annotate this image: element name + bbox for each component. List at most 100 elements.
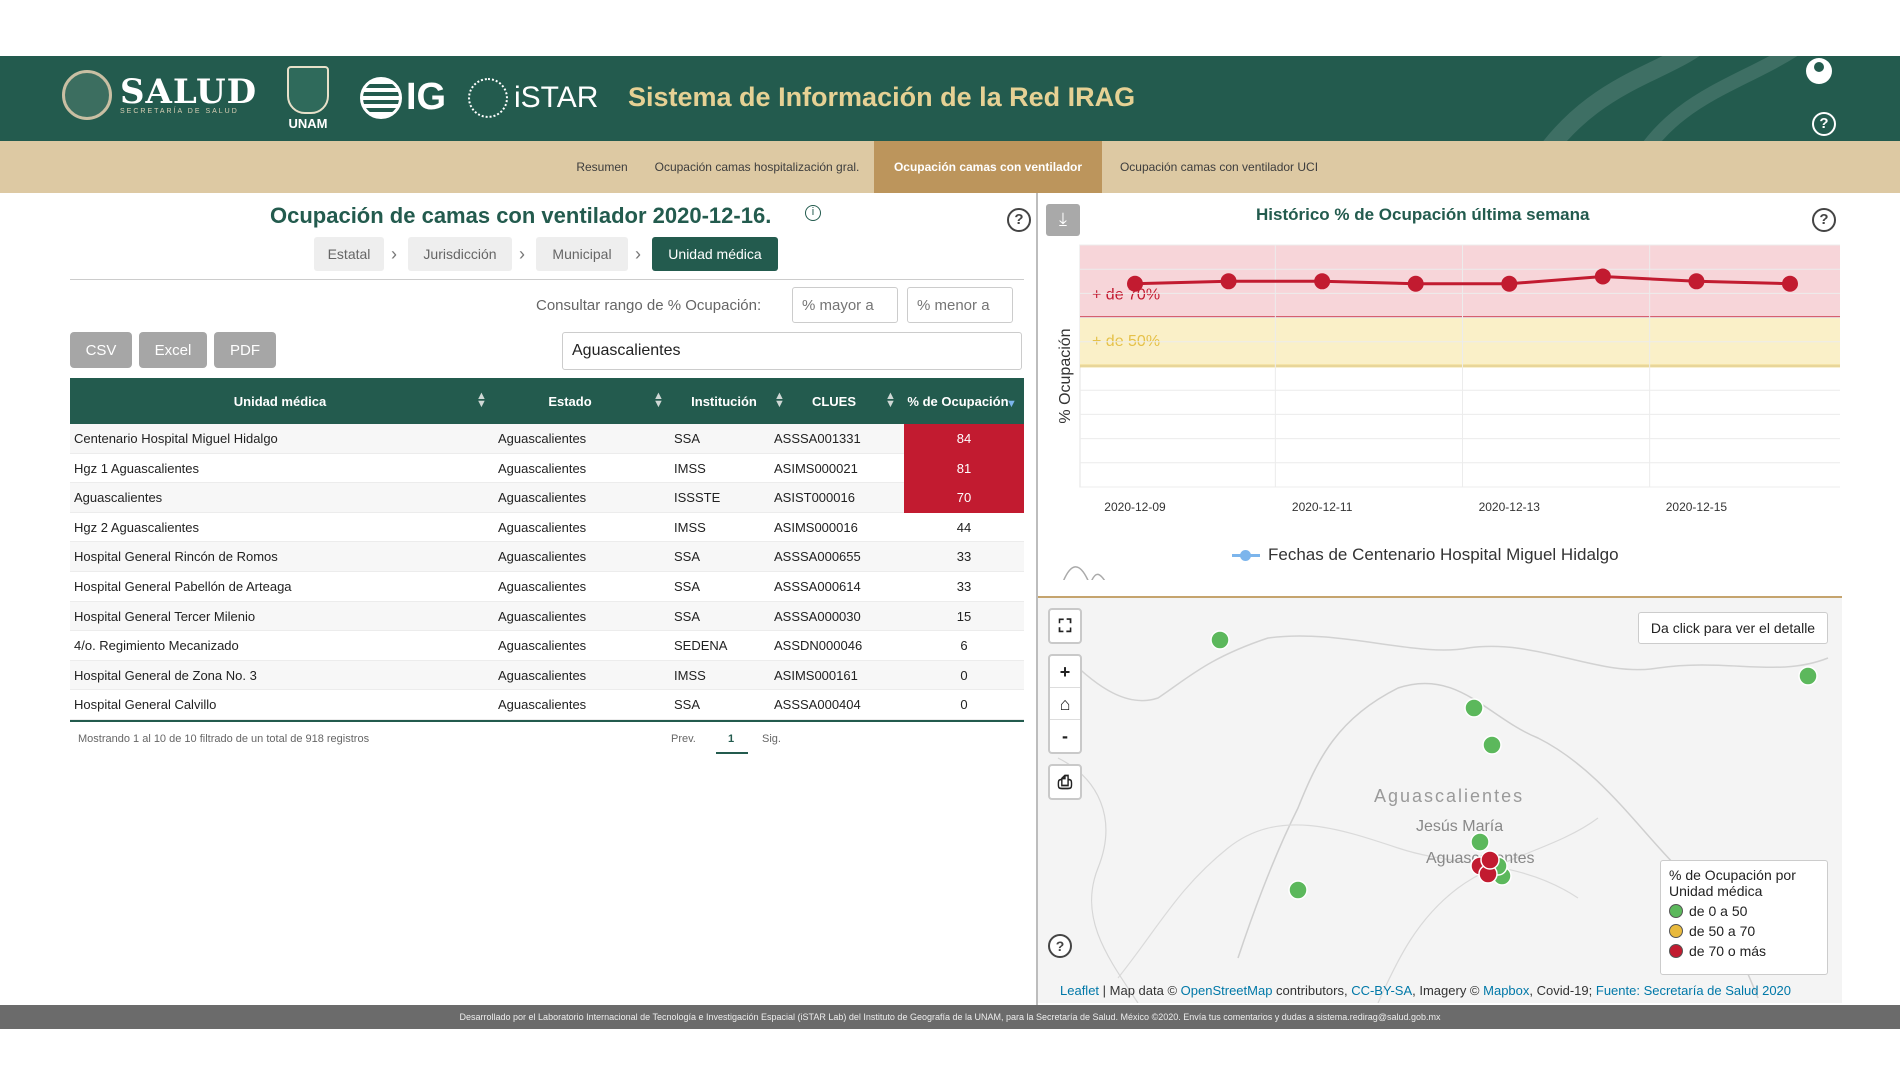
cell-ocupacion: 6 xyxy=(960,638,968,654)
map-marker-low[interactable] xyxy=(1464,698,1484,718)
range-min-input[interactable] xyxy=(792,287,898,323)
breadcrumb-jurisdiccion[interactable]: Jurisdicción xyxy=(408,237,512,271)
pager-active-underline xyxy=(716,752,748,754)
table-row[interactable]: Aguascalientes Aguascalientes ISSSTE ASIST0… xyxy=(70,483,1024,513)
pager-current[interactable]: 1 xyxy=(728,733,734,745)
chevron-right-icon: › xyxy=(391,244,397,264)
cell-estado: Aguascalientes xyxy=(498,490,587,506)
zoom-in-icon[interactable]: + xyxy=(1050,656,1080,688)
fullscreen-icon[interactable]: ⛶ xyxy=(1050,610,1080,642)
map-marker-high[interactable] xyxy=(1480,850,1500,870)
tab-ocupacion-ventilador-uci[interactable]: Ocupación camas con ventilador UCI xyxy=(1110,141,1328,193)
range-label: Consultar rango de % Ocupación: xyxy=(536,297,762,314)
map-marker-low[interactable] xyxy=(1470,832,1490,852)
chart-title: Histórico % de Ocupación última semana xyxy=(1256,205,1590,224)
range-max-input[interactable] xyxy=(907,287,1013,323)
column-clues[interactable]: CLUES xyxy=(784,378,884,424)
pager-prev[interactable]: Prev. xyxy=(671,733,696,745)
occupancy-chart: + de 70%+ de 50%2020-12-09 2020-12-11 2020… xyxy=(1057,244,1840,580)
column-estado[interactable]: Estado xyxy=(500,378,640,424)
map-marker-low[interactable] xyxy=(1798,666,1818,686)
map-legend-item: de 50 a 70 xyxy=(1669,923,1819,939)
chart-legend[interactable]: Fechas de Centenario Hospital Miguel Hid… xyxy=(1232,545,1619,565)
osm-link[interactable]: OpenStreetMap xyxy=(1181,983,1273,998)
app-header: SALUD SECRETARÍA DE SALUD UNAM IG iSTAR … xyxy=(0,56,1900,141)
chart-help-icon[interactable]: ? xyxy=(1812,208,1836,232)
detail-button[interactable]: Da click para ver el detalle xyxy=(1638,612,1828,644)
csv-button[interactable]: CSV xyxy=(70,332,132,368)
map-marker-low[interactable] xyxy=(1482,735,1502,755)
cell-institucion: IMSS xyxy=(674,519,706,535)
table-row[interactable]: Hgz 2 Aguascalientes Aguascalientes IMSS AS… xyxy=(70,513,1024,543)
cell-clues: ASSSA001331 xyxy=(774,431,861,446)
map-marker-low[interactable] xyxy=(1288,880,1308,900)
leaflet-link[interactable]: Leaflet xyxy=(1060,983,1099,998)
tab-ocupacion-hospitalizacion[interactable]: Ocupación camas hospitalización gral. xyxy=(652,141,862,193)
cell-estado: Aguascalientes xyxy=(498,697,587,713)
pager-next[interactable]: Sig. xyxy=(762,733,781,745)
map-legend-item: de 70 o más xyxy=(1669,943,1819,959)
cell-institucion: ISSSTE xyxy=(674,490,721,506)
data-point xyxy=(1127,275,1143,292)
table-row[interactable]: Centenario Hospital Miguel Hidalgo Aguasc… xyxy=(70,424,1024,454)
breadcrumb-municipal[interactable]: Municipal xyxy=(536,237,628,271)
license-link[interactable]: CC-BY-SA xyxy=(1351,983,1412,998)
cell-institucion: SSA xyxy=(674,431,701,446)
cell-estado: Aguascalientes xyxy=(498,460,587,476)
zoom-control[interactable]: + ⌂ - xyxy=(1048,654,1082,754)
data-point xyxy=(1501,275,1518,292)
table-row[interactable]: Hospital General Pabellón de Arteaga Agua… xyxy=(70,572,1024,602)
unam-shield-icon xyxy=(287,66,329,114)
map-marker-low[interactable] xyxy=(1210,630,1230,650)
sort-desc-icon[interactable]: ▼ xyxy=(1006,399,1017,410)
cell-institucion: IMSS xyxy=(674,667,706,683)
sort-icon[interactable]: ▲ ▼ xyxy=(885,391,896,410)
zoom-out-icon[interactable]: - xyxy=(1050,720,1080,752)
navigator-sparkline xyxy=(1063,566,1106,580)
breadcrumb-estatal[interactable]: Estatal xyxy=(314,237,384,271)
sort-icon[interactable]: ▲ ▼ xyxy=(476,391,487,410)
table-row[interactable]: Hospital General Calvillo Aguascalientes S… xyxy=(70,690,1024,720)
data-point xyxy=(1407,275,1424,292)
cell-ocupacion: 33 xyxy=(956,578,972,594)
column-institucion[interactable]: Institución xyxy=(674,378,774,424)
cell-clues: ASIST000016 xyxy=(774,490,855,506)
header-decoration xyxy=(1543,56,1798,141)
pdf-button[interactable]: PDF xyxy=(214,332,276,368)
chevron-right-icon: › xyxy=(635,244,641,264)
mapbox-link[interactable]: Mapbox xyxy=(1483,983,1529,998)
cell-ocupacion: 70 xyxy=(904,483,1024,513)
column-ocupacion[interactable]: % de Ocupación xyxy=(904,378,1012,424)
map-help-icon[interactable]: ? xyxy=(1048,934,1072,958)
x-tick-label: 2020-12-15 xyxy=(1666,500,1728,514)
table-row[interactable]: Hgz 1 Aguascalientes Aguascalientes IMSS AS… xyxy=(70,453,1024,484)
tab-resumen[interactable]: Resumen xyxy=(560,141,644,193)
attribution-text: , Imagery © xyxy=(1412,983,1484,998)
info-icon[interactable]: i xyxy=(805,205,821,221)
app-title: Sistema de Información de la Red IRAG xyxy=(628,82,1136,112)
user-circle-icon[interactable] xyxy=(1806,58,1832,84)
home-icon[interactable]: ⌂ xyxy=(1050,688,1080,720)
table-row[interactable]: 4/o. Regimiento Mecanizado Aguascalientes… xyxy=(70,631,1024,661)
search-input[interactable]: Aguascalientes xyxy=(562,332,1022,370)
attribution-text: contributors, xyxy=(1272,983,1352,998)
print-control[interactable]: ⎙ xyxy=(1048,764,1082,800)
table-row[interactable]: Hospital General Tercer Milenio Aguascali… xyxy=(70,601,1024,632)
cell-clues: ASSSA000614 xyxy=(774,578,861,594)
print-icon[interactable]: ⎙ xyxy=(1050,766,1080,798)
column-unidad-medica[interactable]: Unidad médica xyxy=(70,378,490,424)
table-help-icon[interactable]: ? xyxy=(1007,208,1031,232)
fullscreen-control[interactable]: ⛶ xyxy=(1048,608,1082,644)
header-help-icon[interactable]: ? xyxy=(1812,112,1836,136)
table-row[interactable]: Hospital General de Zona No. 3 Aguascalie… xyxy=(70,660,1024,691)
page: SALUD SECRETARÍA DE SALUD UNAM IG iSTAR … xyxy=(0,0,1900,1068)
table-row[interactable]: Hospital General Rincón de Romos Aguascal… xyxy=(70,542,1024,572)
download-icon[interactable]: ⤓ xyxy=(1046,204,1080,236)
sort-icon[interactable]: ▲ ▼ xyxy=(653,391,664,410)
excel-button[interactable]: Excel xyxy=(139,332,207,368)
tab-ocupacion-ventilador[interactable]: Ocupación camas con ventilador xyxy=(874,141,1102,193)
breadcrumb-unidad-medica[interactable]: Unidad médica xyxy=(652,237,778,271)
source-link[interactable]: Fuente: Secretaría de Salud 2020 xyxy=(1596,983,1791,998)
cell-institucion: SSA xyxy=(674,549,701,565)
attribution-text: | Map data © xyxy=(1099,983,1181,998)
